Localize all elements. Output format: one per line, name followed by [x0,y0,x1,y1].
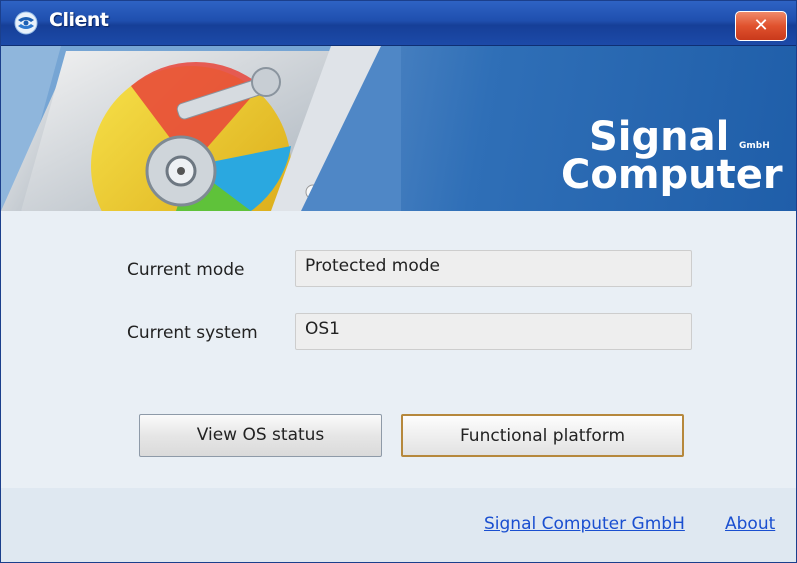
app-icon [14,11,38,35]
hard-drive-key-icon [1,46,401,211]
signal-computer-logo: Signal GmbH Computer [561,114,783,196]
logo-gmbh: GmbH [739,141,770,151]
current-system-field[interactable]: OS1 [295,313,692,350]
window-title: Client [49,9,109,31]
functional-platform-button[interactable]: Functional platform [401,414,684,457]
logo-line-2: Computer [561,152,783,196]
title-bar[interactable]: Client ✕ [1,1,796,46]
current-mode-label: Current mode [127,260,245,280]
current-system-label: Current system [127,323,258,343]
view-os-status-button[interactable]: View OS status [139,414,382,457]
company-link[interactable]: Signal Computer GmbH [484,514,685,534]
banner: Signal GmbH Computer [1,46,796,211]
about-link[interactable]: About [725,514,775,534]
close-button[interactable]: ✕ [735,11,787,41]
client-window: Client ✕ Signal GmbH Computer Current mo… [0,0,797,563]
current-mode-field[interactable]: Protected mode [295,250,692,287]
